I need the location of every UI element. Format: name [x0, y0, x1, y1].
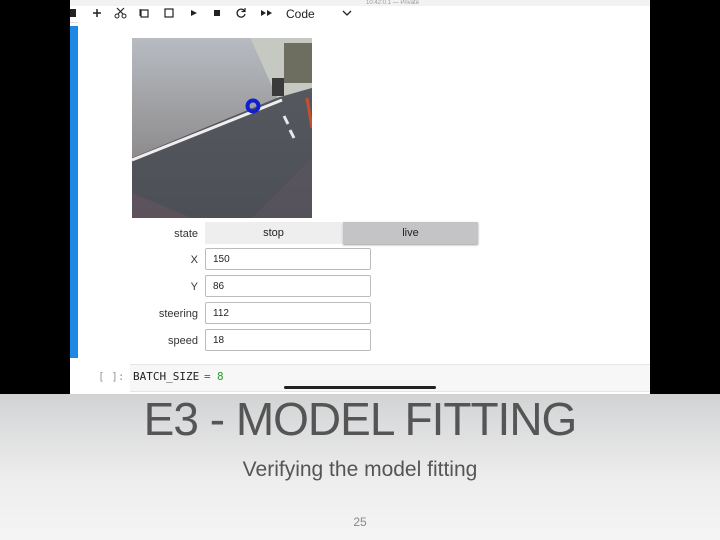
- x-label: X: [190, 254, 198, 266]
- cut-icon[interactable]: [113, 6, 129, 22]
- cell-prompt: [ ]:: [98, 370, 125, 383]
- state-label: state: [174, 228, 198, 240]
- cell-type-select[interactable]: Code: [286, 6, 318, 22]
- code-cell: [ ]: BATCH_SIZE = 8: [70, 364, 650, 394]
- code-number: 8: [217, 370, 224, 383]
- active-cell-marker: [70, 26, 78, 358]
- stop-icon[interactable]: [211, 6, 223, 22]
- code-variable: BATCH_SIZE: [133, 370, 200, 383]
- stop-toggle-button[interactable]: stop: [205, 222, 342, 244]
- speed-field[interactable]: 18: [205, 329, 371, 351]
- copy-icon[interactable]: [138, 6, 152, 22]
- paste-icon[interactable]: [162, 6, 176, 22]
- y-label: Y: [190, 281, 198, 293]
- video-progress-bar: [284, 386, 436, 389]
- speed-label: speed: [168, 335, 198, 347]
- live-toggle-button[interactable]: live: [343, 222, 478, 244]
- x-field[interactable]: 150: [205, 248, 371, 270]
- slide-title: E3 - MODEL FITTING: [143, 393, 578, 445]
- slide-subtitle: Verifying the model fitting: [242, 458, 478, 481]
- run-icon[interactable]: [188, 6, 200, 22]
- cell-type-label: Code: [286, 7, 315, 21]
- browser-window: 10:42:0.1 — Private Code state stop live…: [70, 0, 650, 394]
- fast-forward-icon[interactable]: [259, 6, 275, 22]
- y-field[interactable]: 86: [205, 275, 371, 297]
- save-icon[interactable]: [70, 6, 80, 22]
- stop-toggle-label: stop: [263, 227, 284, 239]
- chevron-down-icon[interactable]: [340, 6, 354, 22]
- steering-field[interactable]: 112: [205, 302, 371, 324]
- slide-page-number: 25: [353, 515, 367, 529]
- notebook-toolbar: Code: [70, 6, 650, 23]
- live-toggle-label: live: [402, 227, 419, 239]
- slide-caption-area: E3 - MODEL FITTING Verifying the model f…: [0, 394, 720, 540]
- camera-image: [132, 38, 312, 218]
- steering-label: steering: [158, 308, 198, 320]
- restart-icon[interactable]: [234, 6, 248, 22]
- add-icon[interactable]: [90, 6, 104, 22]
- code-operator: =: [204, 370, 211, 383]
